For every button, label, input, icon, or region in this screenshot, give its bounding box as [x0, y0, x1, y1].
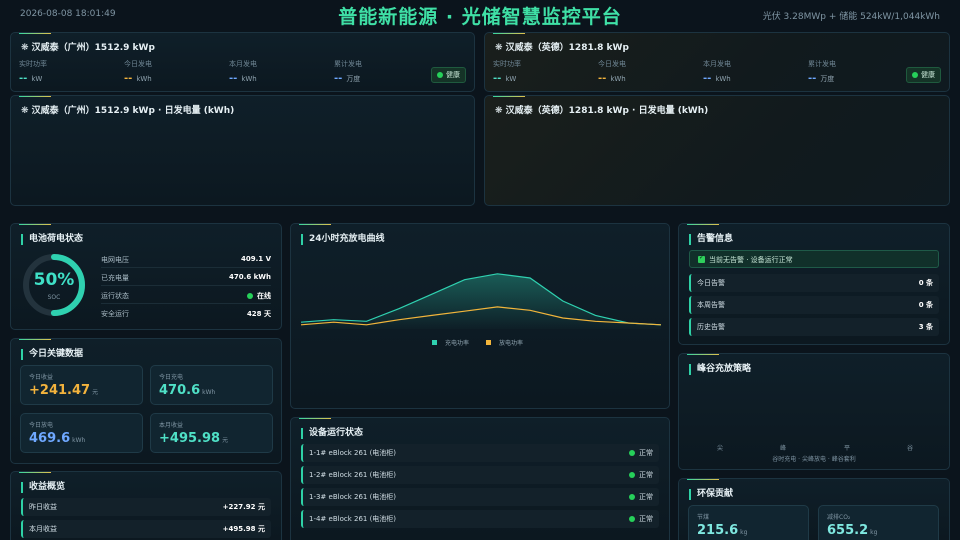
panel-title: 告警信息: [689, 234, 733, 245]
panel-title: 今日关键数据: [21, 349, 83, 360]
stat-realtime-power: 实时功率 -- kW: [19, 60, 47, 84]
health-badge: 健康: [431, 67, 466, 83]
alert-row-week[interactable]: 本周告警 0 条: [689, 296, 939, 314]
strategy-label-flat: 平: [844, 445, 851, 452]
chart-title: ❋ 汉威泰（英德）1281.8 kWp · 日发电量 (kWh): [495, 106, 709, 116]
device-row[interactable]: 1-4# eBlock 261 (电池柜) 正常: [301, 510, 659, 528]
soc-ring: 50% SOC: [21, 252, 87, 318]
alerts-panel: 告警信息 当前无告警 · 设备运行正常 今日告警 0 条 本周告警 0 条 历史…: [678, 223, 950, 345]
stat-total-gen: 累计发电 -- 万度: [808, 60, 836, 84]
chart-title: ❋ 汉威泰（广州）1512.9 kWp · 日发电量 (kWh): [21, 106, 235, 116]
card-today-revenue: 今日收益 +241.47 元: [20, 365, 143, 405]
stat-total-gen: 累计发电 -- 万度: [334, 60, 362, 84]
station-stats: 实时功率 -- kW 今日发电 -- kWh 本月发电 -- kWh 累计发电 -- 万…: [493, 59, 941, 89]
battery-soc-panel: 电池荷电状态 50% SOC 电网电压 409.1 V 已充电量 470.6 k…: [10, 223, 282, 330]
revenue-overview-panel: 收益概览 昨日收益 +227.92 元 本月收益 +495.98 元: [10, 471, 282, 540]
daily-gen-chart-yingde: ❋ 汉威泰（英德）1281.8 kWp · 日发电量 (kWh): [484, 95, 950, 206]
device-row[interactable]: 1-1# eBlock 261 (电池柜) 正常: [301, 444, 659, 462]
run-status-row: 运行状态 在线: [101, 288, 271, 304]
status-dot-icon: [912, 72, 918, 78]
legend-discharge: 放电功率: [485, 340, 528, 347]
device-row[interactable]: 1-2# eBlock 261 (电池柜) 正常: [301, 466, 659, 484]
peak-valley-strategy-panel: 峰谷充放策略 尖 峰 平 谷 谷时充电 · 尖峰放电 · 峰谷套利: [678, 353, 950, 470]
capacity-summary: 光伏 3.28MWp + 储能 524kW/1,044kWh: [762, 12, 940, 22]
panel-title: 峰谷充放策略: [689, 364, 751, 375]
status-dot-icon: [629, 450, 635, 456]
panel-title: 设备运行状态: [301, 428, 363, 439]
chart-legend: 充电功率 放电功率: [291, 338, 669, 347]
status-dot-icon: [437, 72, 443, 78]
panel-title: 电池荷电状态: [21, 234, 83, 245]
station-stats: 实时功率 -- kW 今日发电 -- kWh 本月发电 -- kWh 累计发电 -- 万…: [19, 59, 466, 89]
status-dot-icon: [629, 472, 635, 478]
stat-today-gen: 今日发电 -- kWh: [598, 60, 626, 84]
status-dot-icon: [629, 494, 635, 500]
device-status-panel: 设备运行状态 1-1# eBlock 261 (电池柜) 正常 1-2# eBl…: [290, 417, 670, 540]
daily-gen-chart-guangzhou: ❋ 汉威泰（广州）1512.9 kWp · 日发电量 (kWh): [10, 95, 475, 206]
alert-row-history[interactable]: 历史告警 3 条: [689, 318, 939, 336]
health-badge: 健康: [906, 67, 941, 83]
stat-month-gen: 本月发电 -- kWh: [229, 60, 257, 84]
card-co2-reduced: 减排CO₂ 655.2 kg: [818, 505, 939, 540]
strategy-label-peak: 峰: [780, 445, 787, 452]
revenue-row-yesterday: 昨日收益 +227.92 元: [21, 498, 271, 516]
soc-percent: 50%: [33, 270, 75, 290]
stat-today-gen: 今日发电 -- kWh: [124, 60, 152, 84]
card-coal-saved: 节煤 215.6 kg: [688, 505, 809, 540]
stat-month-gen: 本月发电 -- kWh: [703, 60, 731, 84]
card-today-charge: 今日充电 470.6 kWh: [150, 365, 273, 405]
grid-voltage-row: 电网电压 409.1 V: [101, 252, 271, 268]
strategy-label-valley: 谷: [907, 445, 914, 452]
stat-realtime-power: 实时功率 -- kW: [493, 60, 521, 84]
device-row[interactable]: 1-3# eBlock 261 (电池柜) 正常: [301, 488, 659, 506]
check-icon: [698, 254, 705, 263]
card-today-discharge: 今日放电 469.6 kWh: [20, 413, 143, 453]
online-dot-icon: [247, 293, 253, 299]
card-month-revenue: 本月收益 +495.98 元: [150, 413, 273, 453]
revenue-row-month: 本月收益 +495.98 元: [21, 520, 271, 538]
charged-energy-row: 已充电量 470.6 kWh: [101, 270, 271, 286]
alert-row-today[interactable]: 今日告警 0 条: [689, 274, 939, 292]
strategy-note: 谷时充电 · 尖峰放电 · 峰谷套利: [772, 456, 856, 463]
status-dot-icon: [629, 516, 635, 522]
charge-discharge-chart: [300, 273, 662, 329]
panel-title: 环保贡献: [689, 489, 733, 500]
station-name: ❋ 汉威泰（广州）1512.9 kWp: [21, 43, 155, 53]
station-panel-yingde[interactable]: ❋ 汉威泰（英德）1281.8 kWp 实时功率 -- kW 今日发电 -- kWh…: [484, 32, 950, 92]
panel-title: 收益概览: [21, 482, 65, 493]
strategy-label-sharp: 尖: [717, 445, 724, 452]
station-name: ❋ 汉威泰（英德）1281.8 kWp: [495, 43, 629, 53]
station-panel-guangzhou[interactable]: ❋ 汉威泰（广州）1512.9 kWp 实时功率 -- kW 今日发电 -- kWh…: [10, 32, 475, 92]
safe-days-row: 安全运行 428 天: [101, 310, 271, 318]
environment-panel: 环保贡献 节煤 215.6 kg 减排CO₂ 655.2 kg: [678, 478, 950, 540]
legend-charge: 充电功率: [432, 340, 474, 347]
header: 2026-08-08 18:01:49 普能新能源 · 光储智慧监控平台 光伏 …: [0, 0, 960, 28]
key-data-panel: 今日关键数据 今日收益 +241.47 元 今日充电 470.6 kWh 今日放电 …: [10, 338, 282, 464]
no-alert-banner: 当前无告警 · 设备运行正常: [689, 250, 939, 268]
soc-label: SOC: [47, 294, 61, 301]
charge-discharge-chart-panel: 24小时充放电曲线 充电功率 放电功率: [290, 223, 670, 409]
